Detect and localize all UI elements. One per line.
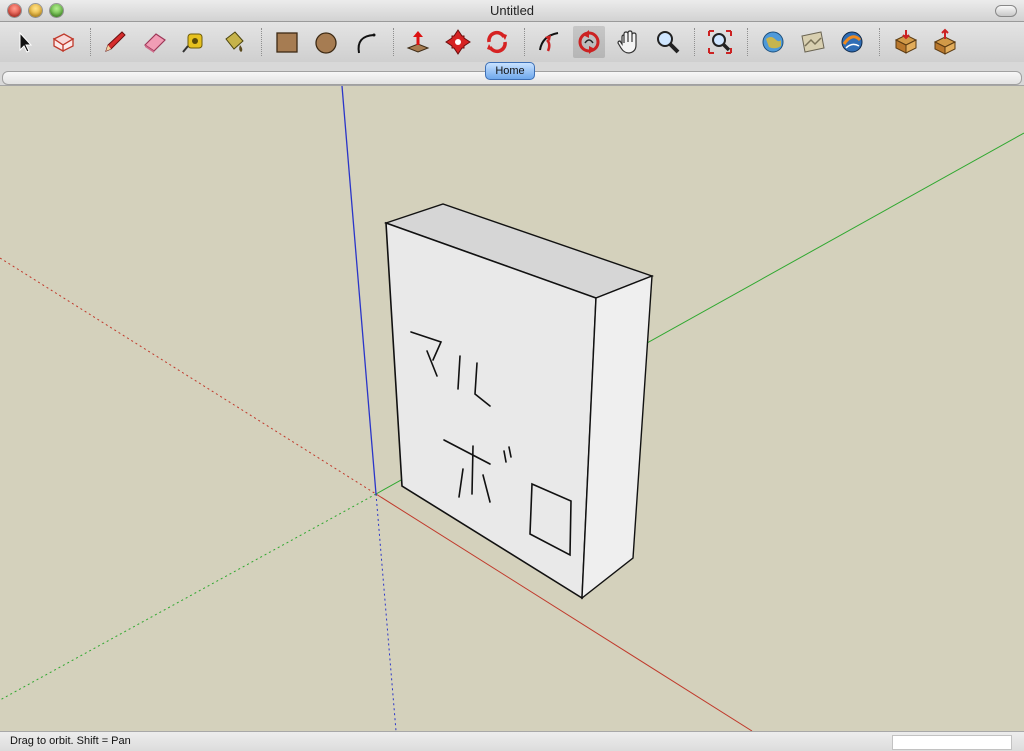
toggle-terrain-button[interactable] xyxy=(797,26,829,58)
scene-tab-home[interactable]: Home xyxy=(485,62,535,80)
get-current-view-button[interactable] xyxy=(757,26,789,58)
eraser-tool-icon xyxy=(144,33,166,53)
share-model-icon xyxy=(933,28,957,55)
toolbar-separator xyxy=(879,28,880,56)
follow-me-tool-button[interactable] xyxy=(533,26,565,58)
tape-measure-tool-button[interactable] xyxy=(178,26,210,58)
toolbar-separator xyxy=(524,28,525,56)
zoom-tool-icon xyxy=(657,31,680,54)
follow-me-tool-icon xyxy=(539,32,559,52)
place-model-icon xyxy=(841,31,863,53)
share-model-button[interactable] xyxy=(929,26,961,58)
select-tool-icon xyxy=(19,31,33,53)
pan-tool-icon xyxy=(617,30,637,54)
pencil-tool-icon xyxy=(105,31,126,52)
zoom-extents-tool-icon xyxy=(708,30,732,54)
arc-tool-button[interactable] xyxy=(350,26,382,58)
paint-bucket-tool-button[interactable] xyxy=(218,26,250,58)
toolbar-separator xyxy=(90,28,91,56)
green-axis-negative xyxy=(0,493,377,701)
tape-measure-tool-icon xyxy=(182,33,203,53)
eraser-tool-button[interactable] xyxy=(139,26,171,58)
move-tool-icon xyxy=(445,29,471,55)
arc-tool-icon xyxy=(357,33,376,54)
rotate-tool-icon xyxy=(487,30,507,54)
toolbar-separator xyxy=(747,28,748,56)
status-bar: Drag to orbit. Shift = Pan xyxy=(0,731,1024,751)
get-current-view-icon xyxy=(762,31,784,53)
select-tool-button[interactable] xyxy=(8,26,40,58)
toggle-terrain-icon xyxy=(801,31,825,53)
move-tool-button[interactable] xyxy=(442,26,474,58)
get-models-icon xyxy=(894,30,918,54)
main-toolbar xyxy=(0,22,1024,62)
push-pull-tool-button[interactable] xyxy=(402,26,434,58)
orbit-tool-button[interactable] xyxy=(573,26,605,58)
drawing-viewport[interactable] xyxy=(0,86,1024,731)
toolbar-separator xyxy=(694,28,695,56)
pan-tool-button[interactable] xyxy=(613,26,645,58)
zoom-tool-button[interactable] xyxy=(652,26,684,58)
toolbar-separator xyxy=(261,28,262,56)
push-pull-tool-icon xyxy=(406,31,430,53)
paint-bucket-tool-icon xyxy=(225,31,244,52)
make-component-tool-button[interactable] xyxy=(47,26,79,58)
circle-tool-icon xyxy=(315,32,337,54)
status-text: Drag to orbit. Shift = Pan xyxy=(10,735,131,747)
pencil-tool-button[interactable] xyxy=(99,26,131,58)
toolbar-toggle-button[interactable] xyxy=(995,5,1017,17)
circle-tool-button[interactable] xyxy=(310,26,342,58)
red-axis-negative xyxy=(0,257,377,495)
box-model[interactable] xyxy=(383,203,655,600)
face-text-glyph xyxy=(471,445,474,495)
model-canvas[interactable] xyxy=(0,86,1024,731)
window-title: Untitled xyxy=(489,3,535,18)
make-component-tool-icon xyxy=(52,33,75,53)
rectangle-tool-icon xyxy=(276,32,298,53)
get-models-button[interactable] xyxy=(890,26,922,58)
rectangle-tool-button[interactable] xyxy=(271,26,303,58)
toolbar-separator xyxy=(393,28,394,56)
rotate-tool-button[interactable] xyxy=(481,26,513,58)
blue-axis-positive xyxy=(341,86,377,495)
measurements-box[interactable] xyxy=(892,735,1012,750)
blue-axis-negative xyxy=(375,493,397,731)
window-titlebar: Untitled xyxy=(0,0,1024,22)
orbit-tool-icon xyxy=(578,30,600,54)
scene-tabs-bar: Home xyxy=(0,62,1024,86)
zoom-extents-tool-button[interactable] xyxy=(704,26,736,58)
place-model-button[interactable] xyxy=(836,26,868,58)
